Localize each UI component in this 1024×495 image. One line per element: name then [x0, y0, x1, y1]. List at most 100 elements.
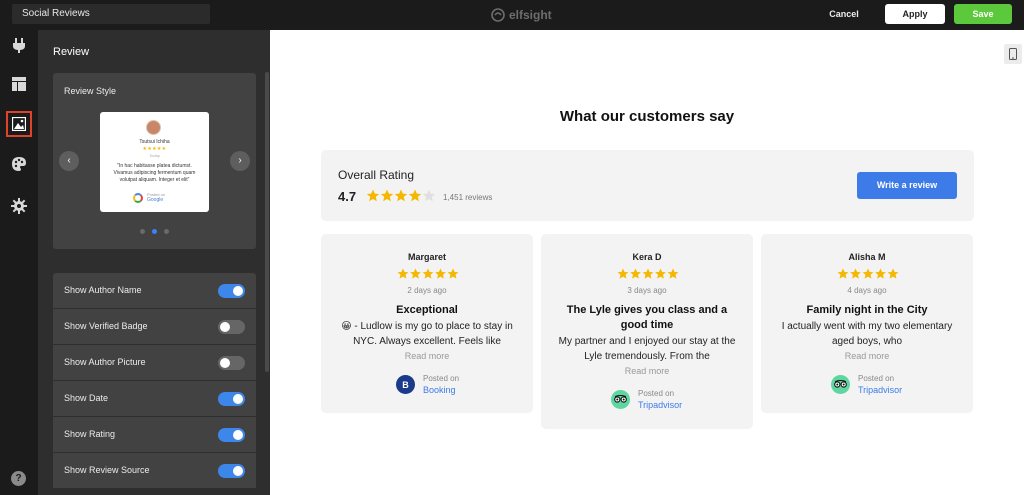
panel-title: Review: [53, 46, 90, 58]
read-more-link[interactable]: Read more: [321, 351, 533, 361]
top-bar: Social Reviews elfsight Cancel Apply Sav…: [0, 0, 1024, 30]
preview-source-name: Google: [147, 197, 164, 203]
carousel-dot[interactable]: [140, 229, 145, 234]
review-source: Posted on Tripadvisor: [541, 389, 753, 413]
switch-knob: [233, 286, 243, 296]
logo-text: elfsight: [509, 8, 552, 22]
review-style-title: Review Style: [64, 86, 117, 96]
toggle-label: Show Verified Badge: [64, 321, 148, 331]
icon-rail: ?: [0, 30, 38, 495]
review-title: The Lyle gives you class and a good time: [566, 304, 728, 331]
review-date: 2 days ago: [407, 286, 447, 295]
preview-stars: ★★★★★: [142, 146, 167, 152]
review-stars: [837, 268, 899, 279]
toggle-label: Show Review Source: [64, 465, 150, 475]
toggle-show-review-source: Show Review Source: [53, 453, 256, 488]
avatar: [146, 120, 161, 135]
next-style-button[interactable]: ›: [230, 151, 250, 171]
review-card: Alisha M 4 days ago Family night in the …: [761, 234, 973, 413]
toggle-show-date: Show Date: [53, 381, 256, 416]
toggle-label: Show Date: [64, 393, 109, 403]
overall-stars: [366, 189, 436, 202]
toggle-show-author-picture: Show Author Picture: [53, 345, 256, 380]
review-author: Alisha M: [848, 252, 886, 262]
review-body: I actually went with my two elementary a…: [781, 321, 953, 347]
toggle-show-rating: Show Rating: [53, 417, 256, 452]
toggle-label: Show Rating: [64, 429, 116, 439]
review-author: Kera D: [632, 252, 662, 262]
switch-knob: [233, 430, 243, 440]
plug-icon[interactable]: [7, 33, 31, 57]
elfsight-logo-icon: [491, 8, 505, 22]
date-switch[interactable]: [218, 392, 245, 406]
author-picture-switch[interactable]: [218, 356, 245, 370]
review-stars: [617, 268, 679, 279]
review-card: Kera D 3 days ago The Lyle gives you cla…: [541, 234, 753, 429]
toggle-label: Show Author Name: [64, 285, 142, 295]
review-source: B Posted on Booking: [321, 374, 533, 398]
overall-rating-card: Overall Rating 4.7 1,451 reviews Write a…: [321, 150, 974, 221]
gear-icon[interactable]: [7, 194, 31, 218]
panel-scrollbar[interactable]: [265, 72, 269, 372]
write-review-button[interactable]: Write a review: [857, 172, 957, 199]
save-button[interactable]: Save: [954, 4, 1012, 24]
review-stars: [397, 268, 459, 279]
review-card: Margaret 2 days ago Exceptional 😀 - Ludl…: [321, 234, 533, 413]
author-name-switch[interactable]: [218, 284, 245, 298]
toggle-label: Show Author Picture: [64, 357, 146, 367]
widget-name-input[interactable]: Social Reviews: [12, 4, 210, 24]
review-count: 1,451 reviews: [443, 193, 493, 202]
review-style-preview[interactable]: Tsutsui Ichiha ★★★★★ Today "In hac habit…: [100, 112, 209, 212]
review-title: Family night in the City: [806, 304, 928, 316]
source-name-link[interactable]: Tripadvisor: [858, 385, 902, 395]
settings-panel: Review Review Style Tsutsui Ichiha ★★★★★…: [38, 30, 270, 495]
preview-text: "In hac habitasse platea dictumst. Vivam…: [113, 163, 196, 183]
source-name-link[interactable]: Booking: [423, 385, 456, 395]
preview-source: Posted on Google: [133, 191, 183, 205]
preview-author: Tsutsui Ichiha: [139, 139, 170, 145]
elfsight-logo: elfsight: [491, 7, 552, 23]
preview-date: Today: [149, 153, 160, 158]
source-name-link[interactable]: Tripadvisor: [638, 400, 682, 410]
source-label: Posted on: [423, 374, 460, 383]
toggle-list: Show Author Name Show Verified Badge Sho…: [53, 273, 256, 489]
help-icon[interactable]: ?: [11, 471, 26, 486]
phone-icon: [1009, 48, 1017, 60]
source-label: Posted on: [638, 389, 675, 398]
widget-heading: What our customers say: [559, 108, 735, 125]
toggle-show-author-name: Show Author Name: [53, 273, 256, 308]
review-source-switch[interactable]: [218, 464, 245, 478]
review-source: Posted on Tripadvisor: [761, 374, 973, 398]
mobile-preview-button[interactable]: [1004, 44, 1022, 64]
review-date: 4 days ago: [847, 286, 887, 295]
palette-icon[interactable]: [7, 152, 31, 176]
image-icon[interactable]: [6, 111, 32, 137]
read-more-link[interactable]: Read more: [761, 351, 973, 361]
overall-rating-title: Overall Rating: [338, 168, 415, 182]
review-body: 😀 - Ludlow is my go to place to stay in …: [341, 321, 513, 347]
verified-badge-switch[interactable]: [218, 320, 245, 334]
rating-switch[interactable]: [218, 428, 245, 442]
switch-knob: [233, 466, 243, 476]
tripadvisor-icon: [611, 390, 630, 409]
read-more-link[interactable]: Read more: [541, 366, 753, 376]
carousel-dots: [140, 229, 169, 234]
review-author: Margaret: [407, 252, 446, 262]
review-body: My partner and I enjoyed our stay at the…: [558, 336, 736, 362]
cancel-button[interactable]: Cancel: [820, 5, 868, 23]
tripadvisor-icon: [831, 375, 850, 394]
overall-score: 4.7: [338, 189, 357, 204]
google-icon: [133, 193, 143, 203]
widget-preview: What our customers say Overall Rating 4.…: [270, 30, 1024, 495]
carousel-dot-active[interactable]: [152, 229, 157, 234]
toggle-show-verified-badge: Show Verified Badge: [53, 309, 256, 344]
switch-knob: [233, 394, 243, 404]
review-style-card: Review Style Tsutsui Ichiha ★★★★★ Today …: [53, 73, 256, 249]
review-date: 3 days ago: [627, 286, 667, 295]
carousel-dot[interactable]: [164, 229, 169, 234]
apply-button[interactable]: Apply: [885, 4, 945, 24]
prev-style-button[interactable]: ‹: [59, 151, 79, 171]
layout-icon[interactable]: [7, 72, 31, 96]
switch-knob: [220, 322, 230, 332]
review-title: Exceptional: [396, 304, 458, 316]
